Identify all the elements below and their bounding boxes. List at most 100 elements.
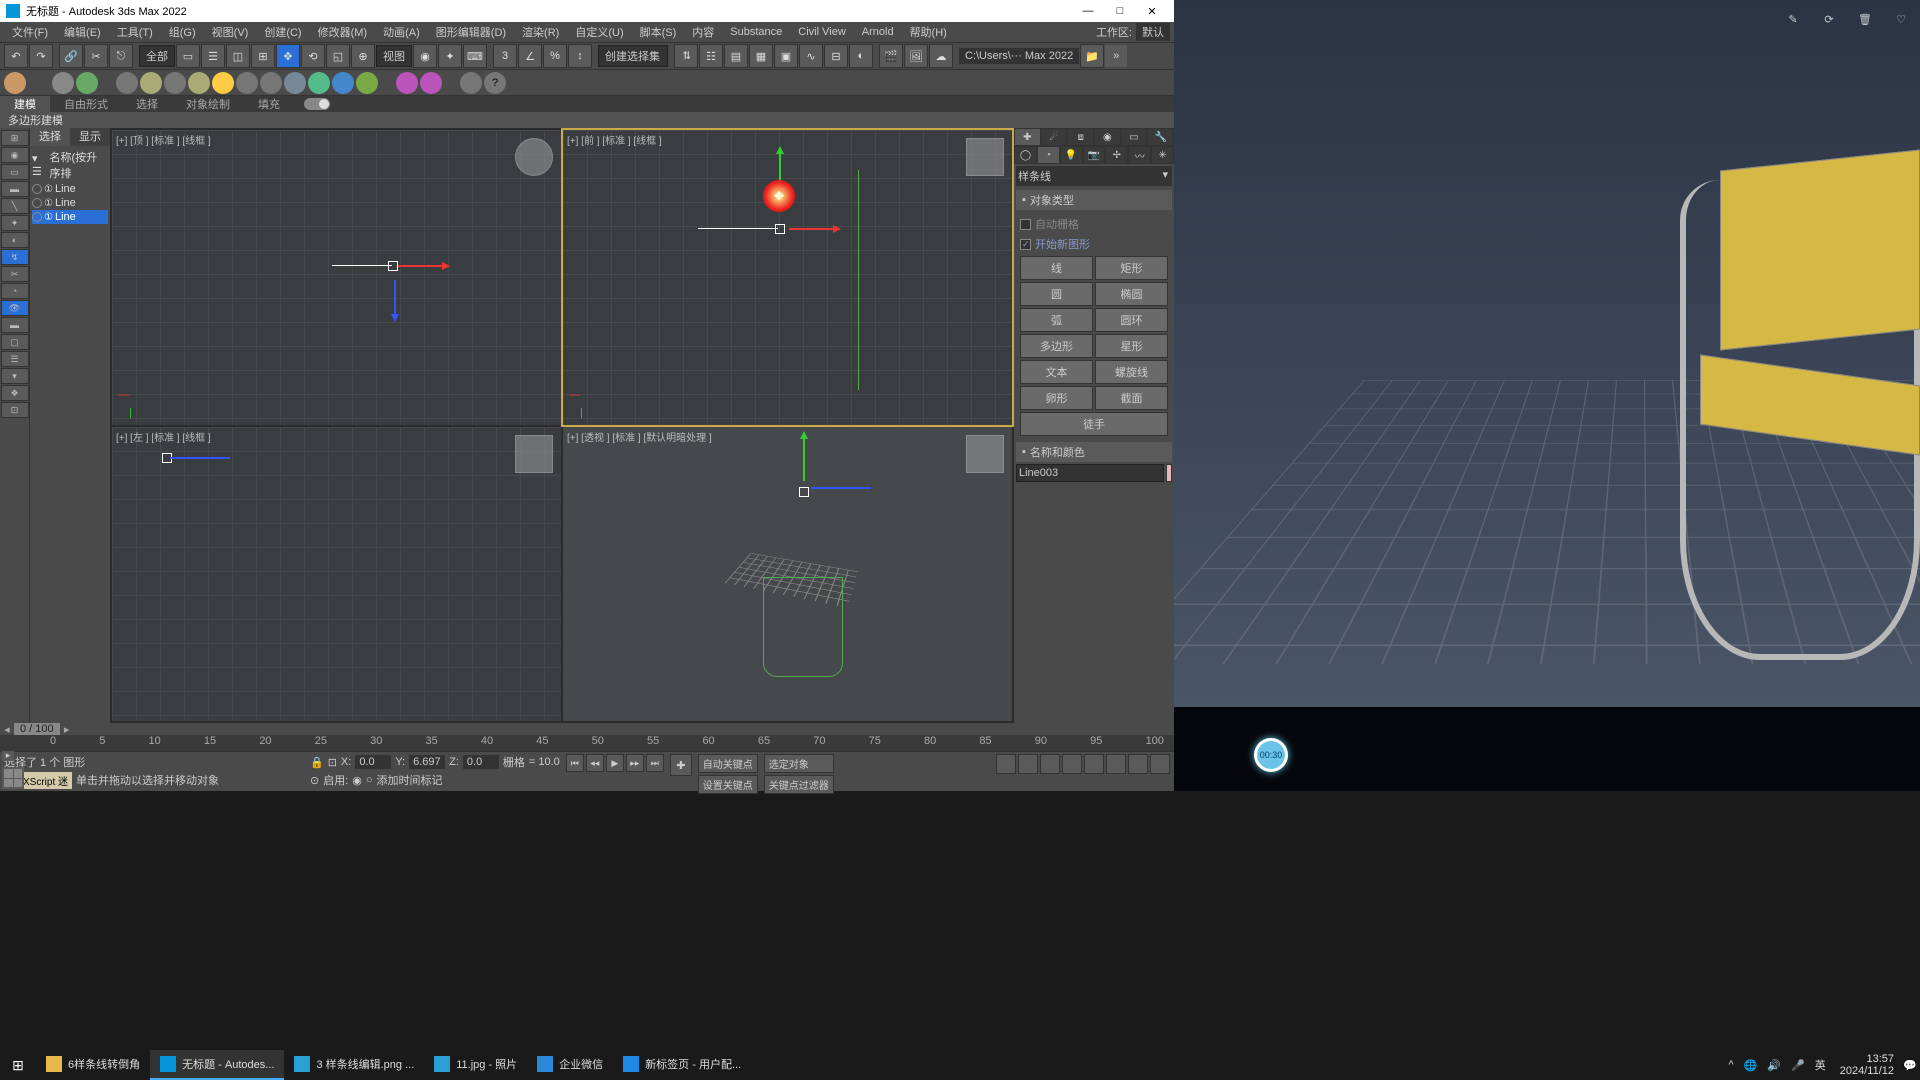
toolbar-overflow-icon[interactable]: »	[1105, 45, 1127, 67]
object-color-swatch[interactable]	[1166, 464, 1172, 482]
shape-line-button[interactable]: 线	[1020, 256, 1093, 280]
se-icon-9[interactable]: ✂	[1, 266, 29, 282]
maximize-viewport-icon[interactable]	[1150, 754, 1170, 774]
se-icon-10[interactable]: ◔	[1, 283, 29, 299]
shape-circle-button[interactable]: 圆	[1020, 282, 1093, 306]
gizmo-x-axis[interactable]	[398, 265, 448, 267]
ribbon-toggle-icon[interactable]: ▣	[774, 44, 798, 68]
ribbon-tab-populate[interactable]: 填充	[244, 96, 294, 112]
prev-frame-icon[interactable]: ◂◂	[586, 754, 604, 772]
viewcube-icon[interactable]	[966, 435, 1004, 473]
layer-explorer-icon[interactable]: ▦	[749, 44, 773, 68]
tray-mic-icon[interactable]: 🎤	[1791, 1059, 1805, 1072]
project-folder-icon[interactable]: 📁	[1080, 44, 1104, 68]
spacewarps-icon[interactable]: 〰	[1128, 146, 1151, 164]
taskbar-clock[interactable]: 13:57 2024/11/12	[1834, 1053, 1900, 1077]
geometry-icon[interactable]: ◯	[1014, 146, 1037, 164]
se-icon-6[interactable]: ✦	[1, 215, 29, 231]
tool-l-icon[interactable]	[284, 72, 306, 94]
enable-cb2[interactable]: ○	[366, 774, 373, 786]
utilities-tab-icon[interactable]: 🔧	[1147, 128, 1174, 146]
object-name-input[interactable]	[1016, 464, 1164, 482]
startnewshape-checkbox[interactable]: 开始新图形	[1020, 234, 1168, 254]
menu-scripting[interactable]: 脚本(S)	[632, 24, 685, 40]
tool-f-icon[interactable]	[140, 72, 162, 94]
maximize-button[interactable]: □	[1104, 5, 1136, 17]
notifications-icon[interactable]: 💬	[1900, 1059, 1920, 1072]
named-sel-set-dropdown[interactable]: 创建选择集	[598, 45, 668, 67]
selection-filter-dropdown[interactable]: 全部	[139, 45, 175, 67]
spinner-snap-icon[interactable]: ↕	[568, 44, 592, 68]
taskbar-item[interactable]: 6样条线转倒角	[36, 1050, 150, 1080]
rotate-icon[interactable]: ⟲	[301, 44, 325, 68]
tool-k-icon[interactable]	[260, 72, 282, 94]
key-mode-icon[interactable]: ✚	[670, 754, 692, 776]
scene-item[interactable]: ① Line	[32, 196, 108, 210]
scene-header[interactable]: ▾ ☰名称(按升序排	[32, 148, 108, 182]
shape-egg-button[interactable]: 卵形	[1020, 386, 1093, 410]
menu-customize[interactable]: 自定义(U)	[567, 24, 631, 40]
y-input[interactable]: 6.697	[409, 755, 445, 769]
x-input[interactable]: 0.0	[355, 755, 391, 769]
menu-arnold[interactable]: Arnold	[854, 26, 902, 38]
se-icon-7[interactable]: ◐	[1, 232, 29, 248]
display-tab-icon[interactable]: ▭	[1121, 128, 1148, 146]
layers-icon[interactable]: ▤	[724, 44, 748, 68]
align-icon[interactable]: ☷	[699, 44, 723, 68]
shape-text-button[interactable]: 文本	[1020, 360, 1093, 384]
motion-tab-icon[interactable]: ◉	[1094, 128, 1121, 146]
autokey-button[interactable]: 自动关键点	[698, 754, 758, 773]
selected-obj-dropdown[interactable]: 选定对象	[764, 754, 834, 773]
timeslider-handle[interactable]: 0 / 100	[14, 723, 60, 735]
redo-icon[interactable]: ↷	[29, 44, 53, 68]
modify-tab-icon[interactable]: ☄	[1041, 128, 1068, 146]
rotate-icon[interactable]: ⟳	[1820, 10, 1838, 28]
scene-tab-display[interactable]: 显示	[70, 128, 110, 146]
viewport-perspective[interactable]: [+] [透视 ] [标准 ] [默认明暗处理 ]	[563, 427, 1012, 722]
taskbar-item[interactable]: 企业微信	[527, 1050, 613, 1080]
goto-start-icon[interactable]: ⏮	[566, 754, 584, 772]
viewcube-icon[interactable]	[966, 138, 1004, 176]
se-icon-3[interactable]: ▭	[1, 164, 29, 180]
viewport-front[interactable]: [+] [前 ] [标准 ] [线框 ] ✥ —|	[563, 130, 1012, 425]
menu-edit[interactable]: 编辑(E)	[56, 24, 109, 40]
select-name-icon[interactable]: ☰	[201, 44, 225, 68]
se-icon-1[interactable]: ⊞	[1, 130, 29, 146]
tool-p-icon[interactable]	[396, 72, 418, 94]
shape-star-button[interactable]: 星形	[1095, 334, 1168, 358]
taskbar-item[interactable]: 新标签页 - 用户配...	[613, 1050, 751, 1080]
hierarchy-tab-icon[interactable]: ⧈	[1067, 128, 1094, 146]
material-editor-icon[interactable]: ◐	[849, 44, 873, 68]
shape-arc-button[interactable]: 弧	[1020, 308, 1093, 332]
select-icon[interactable]: ▭	[176, 44, 200, 68]
tool-c-icon[interactable]	[52, 72, 74, 94]
delete-icon[interactable]: 🗑	[1856, 10, 1874, 28]
refcoord-dropdown[interactable]: 视图	[376, 45, 412, 67]
tool-q-icon[interactable]	[420, 72, 442, 94]
tool-r-icon[interactable]	[460, 72, 482, 94]
ribbon-tab-freeform[interactable]: 自由形式	[50, 96, 122, 112]
tool-b-icon[interactable]	[28, 72, 50, 94]
se-icon-15[interactable]: ▾	[1, 368, 29, 384]
bind-icon[interactable]: ⎋	[109, 44, 133, 68]
taskbar-item[interactable]: 11.jpg - 照片	[424, 1050, 527, 1080]
shape-rectangle-button[interactable]: 矩形	[1095, 256, 1168, 280]
zoom-icon[interactable]	[996, 754, 1016, 774]
curve-editor-icon[interactable]: ∿	[799, 44, 823, 68]
se-icon-8[interactable]: ↯	[1, 249, 29, 265]
zoom-all-icon[interactable]	[1018, 754, 1038, 774]
taskbar-item[interactable]: 3 样条线编辑.png ...	[284, 1050, 424, 1080]
tool-o-icon[interactable]	[356, 72, 378, 94]
scene-tab-select[interactable]: 选择	[30, 128, 70, 146]
menu-animation[interactable]: 动画(A)	[375, 24, 428, 40]
shape-freehand-button[interactable]: 徒手	[1020, 412, 1168, 436]
rollout-name-color[interactable]: ▪ 名称和颜色	[1016, 442, 1172, 462]
shape-section-button[interactable]: 截面	[1095, 386, 1168, 410]
tray-chevron-icon[interactable]: ^	[1728, 1059, 1733, 1071]
pan-icon[interactable]	[1106, 754, 1126, 774]
pivot-icon[interactable]: ◉	[413, 44, 437, 68]
menu-help[interactable]: 帮助(H)	[902, 24, 955, 40]
tool-n-icon[interactable]	[332, 72, 354, 94]
shape-helix-button[interactable]: 螺旋线	[1095, 360, 1168, 384]
tool-i-icon[interactable]	[212, 72, 234, 94]
